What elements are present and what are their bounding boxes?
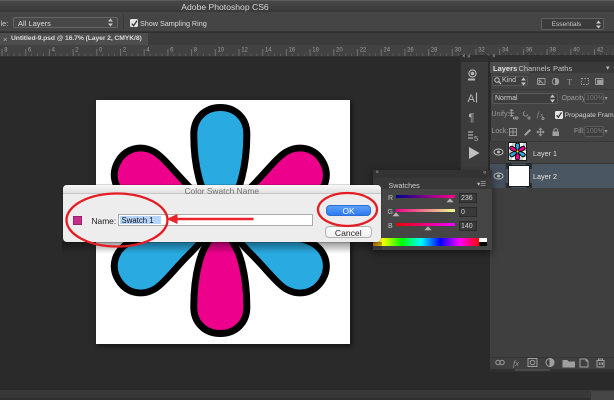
svg-text:6: 6	[28, 48, 32, 54]
svg-text:36: 36	[526, 48, 533, 54]
svg-text:42: 42	[597, 48, 604, 54]
svg-text:18: 18	[312, 48, 319, 54]
svg-text:2: 2	[123, 48, 127, 54]
svg-text:8: 8	[4, 48, 8, 54]
svg-text:8: 8	[194, 48, 198, 54]
svg-text:34: 34	[502, 48, 509, 54]
svg-text:40: 40	[573, 48, 580, 54]
svg-text:28: 28	[431, 48, 438, 54]
svg-text:20: 20	[336, 48, 343, 54]
svg-text:12: 12	[241, 48, 248, 54]
svg-text:4: 4	[146, 48, 150, 54]
svg-text:4: 4	[52, 48, 56, 54]
svg-text:14: 14	[265, 48, 272, 54]
svg-text:2: 2	[75, 48, 79, 54]
svg-text:fx: fx	[513, 359, 519, 368]
svg-text:A: A	[468, 93, 476, 105]
svg-text:5: 5	[474, 134, 478, 143]
svg-text:¶: ¶	[469, 112, 475, 124]
svg-text:26: 26	[407, 48, 414, 54]
svg-text:10: 10	[218, 48, 225, 54]
svg-text:0: 0	[99, 48, 103, 54]
svg-text:T: T	[567, 76, 573, 86]
svg-text:30: 30	[455, 48, 462, 54]
svg-text:24: 24	[383, 48, 390, 54]
svg-text:32: 32	[478, 48, 485, 54]
svg-text:6: 6	[170, 48, 174, 54]
svg-text:16: 16	[289, 48, 296, 54]
svg-text:22: 22	[360, 48, 367, 54]
svg-text:x: x	[540, 113, 544, 119]
svg-text:38: 38	[549, 48, 556, 54]
